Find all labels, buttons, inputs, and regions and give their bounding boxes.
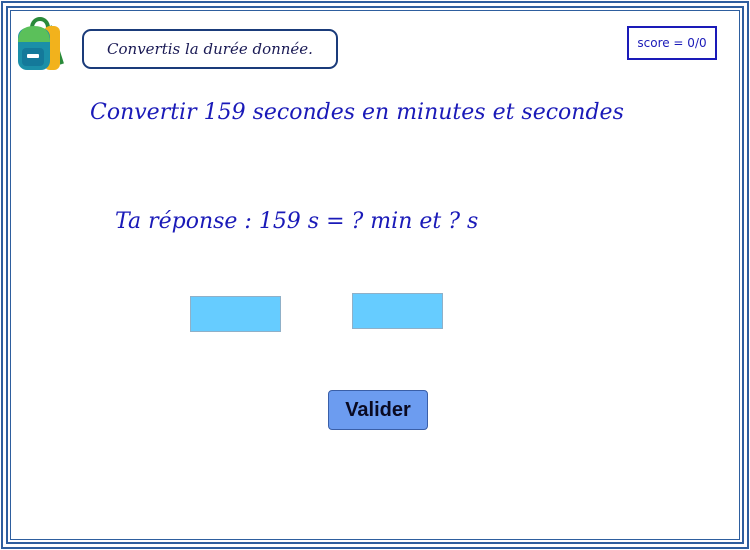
instruction-box: Convertis la durée donnée.: [82, 29, 338, 69]
backpack-icon: [18, 17, 64, 70]
answer-prompt: Ta réponse : 159 s = ? min et ? s: [115, 209, 479, 234]
minutes-input[interactable]: [190, 296, 281, 332]
question-text: Convertir 159 secondes en minutes et sec…: [90, 100, 624, 125]
frame-border-inner: [10, 10, 740, 540]
instruction-text: Convertis la durée donnée.: [107, 40, 313, 58]
score-text: score = 0/0: [637, 36, 707, 50]
score-display: score = 0/0: [627, 26, 717, 60]
page-frame: [0, 0, 750, 550]
validate-button-label: Valider: [345, 398, 411, 421]
seconds-input[interactable]: [352, 293, 443, 329]
validate-button[interactable]: Valider: [328, 390, 428, 430]
